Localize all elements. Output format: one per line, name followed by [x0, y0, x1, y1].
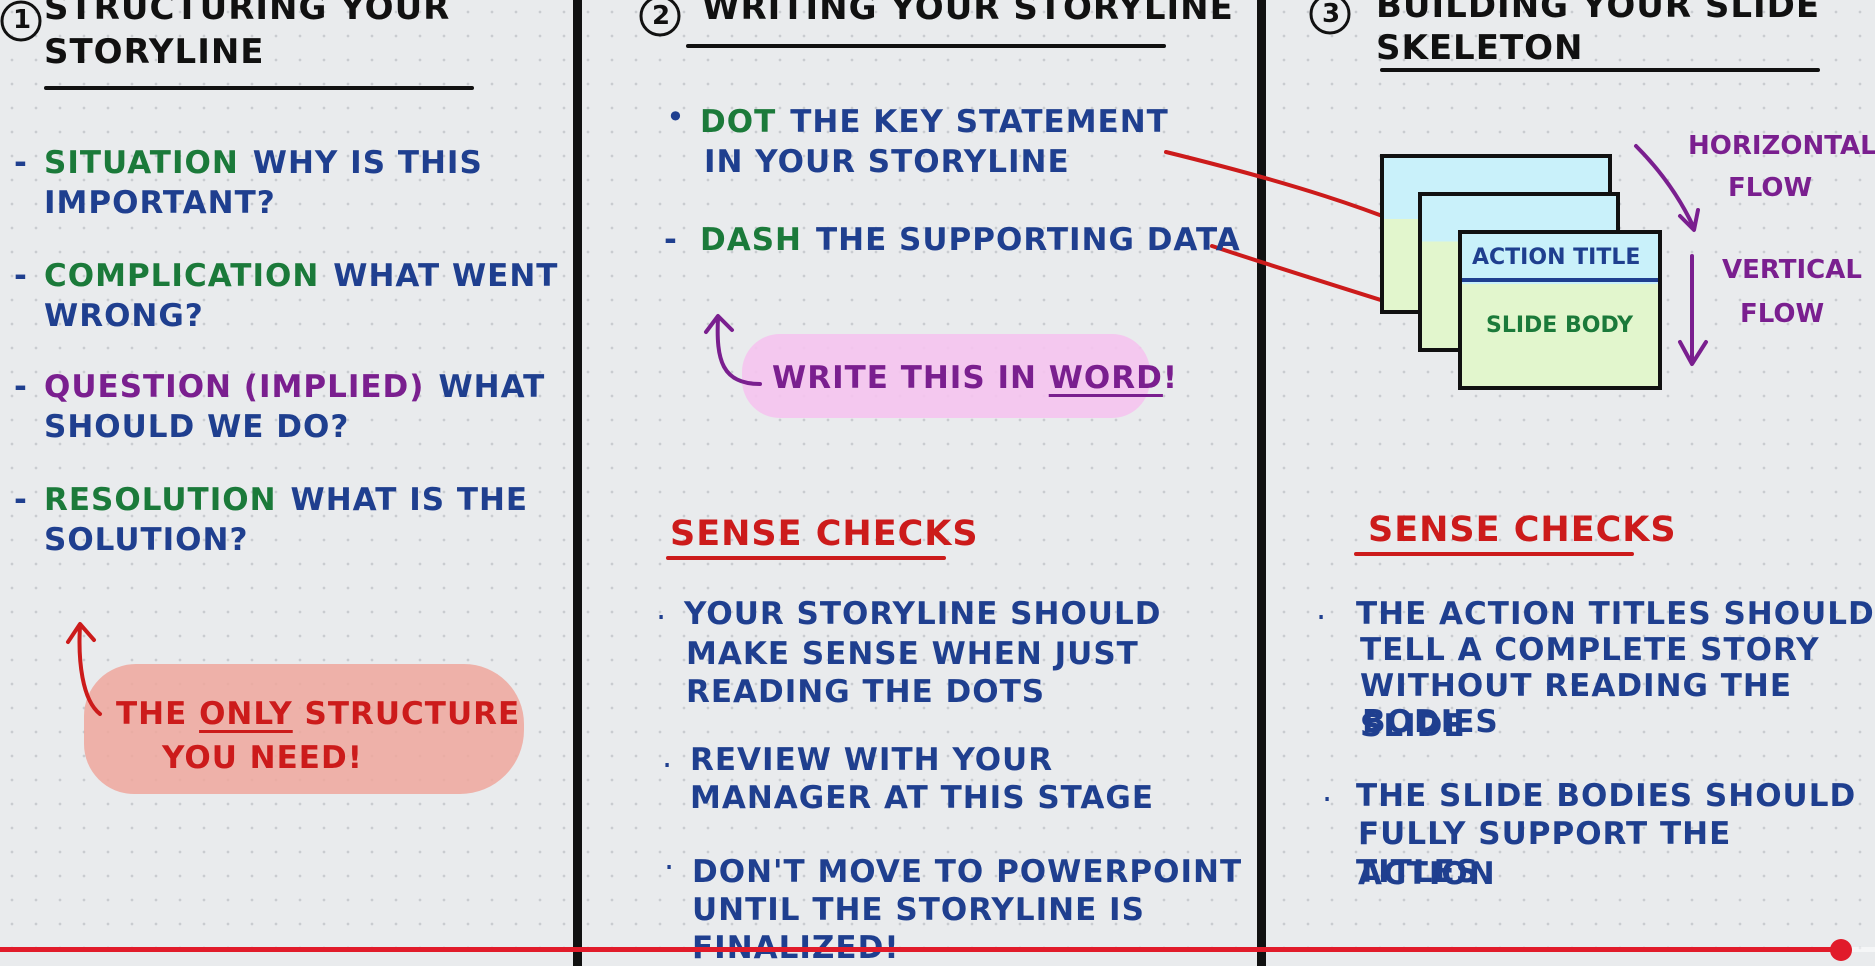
video-progress-bar[interactable]: [0, 939, 1875, 961]
vertical-flow-line2: FLOW: [1740, 299, 1825, 329]
note-pre: THE: [116, 696, 200, 732]
note-emph: WORD: [1048, 360, 1163, 396]
check2-line1: REVIEW WITH YOUR: [690, 742, 1054, 778]
question-line2: SHOULD WE DO?: [44, 409, 350, 445]
question-question: WHAT: [438, 369, 546, 405]
note-post: STRUCTURE: [292, 696, 521, 732]
col2-title-underline: [686, 44, 1166, 48]
note-post: !: [1162, 360, 1179, 396]
vertical-flow-arrow: [1678, 254, 1708, 366]
complication-label: COMPLICATION: [44, 258, 320, 294]
column-divider-left: [573, 0, 582, 966]
dot-bullet: •: [666, 98, 685, 136]
dash-rest: THE SUPPORTING DATA: [816, 222, 1241, 258]
horizontal-flow-line2: FLOW: [1728, 173, 1813, 203]
col1-title-line1: STRUCTURING YOUR: [44, 0, 451, 28]
dash-marker: -: [14, 145, 28, 181]
check1-line2: MAKE SENSE WHEN JUST: [686, 636, 1139, 672]
dash-marker: -: [14, 258, 28, 294]
dash-marker: -: [14, 482, 28, 518]
col3-title-line2: SKELETON: [1376, 28, 1584, 68]
whiteboard-frame: 1 STRUCTURING YOUR STORYLINE - SITUATION…: [0, 0, 1875, 966]
col1-title-underline: [44, 86, 474, 90]
dot-statement-line1: DOT THE KEY STATEMENT: [700, 102, 1169, 142]
dot-word: DOT: [700, 104, 777, 140]
resolution-question: WHAT IS THE: [290, 482, 529, 518]
check3-line2: UNTIL THE STORYLINE IS: [692, 892, 1145, 928]
col2-sense-title: SENSE CHECKS: [670, 514, 979, 554]
slide-body-label: SLIDE BODY: [1486, 313, 1634, 338]
situation-label: SITUATION: [44, 145, 239, 181]
col1-title-line2: STORYLINE: [44, 32, 265, 72]
col3-check2-line1: THE SLIDE BODIES SHOULD: [1356, 778, 1857, 814]
check1-line3: READING THE DOTS: [686, 674, 1046, 710]
check1-line1: YOUR STORYLINE SHOULD: [684, 596, 1162, 632]
col3-check2-line3: TITLES: [1356, 854, 1480, 890]
check3-line1: DON'T MOVE TO POWERPOINT: [692, 854, 1243, 890]
complication-line1: COMPLICATION WHAT WENT: [44, 256, 558, 296]
col3-number: 3: [1322, 0, 1342, 29]
slide-action-title: ACTION TITLE: [1472, 245, 1641, 270]
dash-marker: -: [14, 369, 28, 405]
dash-bullet: -: [664, 222, 678, 258]
question-line1: QUESTION (IMPLIED) WHAT: [44, 367, 545, 407]
check2-line2: MANAGER AT THIS STAGE: [690, 780, 1155, 816]
complication-question: WHAT WENT: [333, 258, 559, 294]
col2-title: WRITING YOUR STORYLINE: [702, 0, 1234, 28]
col1-note-line1: THE ONLY STRUCTURE: [116, 694, 520, 734]
col3-title-line1: BUILDING YOUR SLIDE: [1376, 0, 1821, 26]
col3-check1-line4: BODIES: [1362, 704, 1499, 740]
dash-label: DASH: [700, 222, 802, 258]
note-emph: ONLY: [199, 696, 293, 732]
col2-note: WRITE THIS IN WORD!: [772, 358, 1178, 398]
situation-line2: IMPORTANT?: [44, 185, 276, 221]
resolution-line1: RESOLUTION WHAT IS THE: [44, 480, 528, 520]
note-pre: WRITE THIS IN: [772, 360, 1049, 396]
col2-number: 2: [652, 1, 672, 31]
vertical-flow-line1: VERTICAL: [1722, 255, 1862, 285]
col3-title-underline: [1380, 68, 1820, 72]
slide-title-divider: [1462, 278, 1658, 282]
question-label: QUESTION (IMPLIED): [44, 369, 425, 405]
video-scrubber-handle[interactable]: [1830, 939, 1853, 961]
situation-line1: SITUATION WHY IS THIS: [44, 143, 483, 183]
col1-note-line2: YOU NEED!: [162, 740, 363, 776]
col3-sense-underline: [1354, 552, 1634, 556]
dash-line: DASH THE SUPPORTING DATA: [700, 220, 1241, 260]
check-bullet: ·: [1322, 780, 1333, 818]
resolution-line2: SOLUTION?: [44, 522, 249, 558]
col2-sense-underline: [666, 556, 946, 560]
check-bullet: ·: [656, 598, 667, 636]
col3-sense-title: SENSE CHECKS: [1368, 510, 1677, 550]
check-bullet: ·: [1316, 598, 1327, 636]
complication-line2: WRONG?: [44, 298, 204, 334]
dot-statement-line2: IN YOUR STORYLINE: [704, 144, 1070, 180]
check-bullet: ·: [662, 746, 673, 784]
horizontal-flow-line1: HORIZONTAL: [1688, 131, 1875, 161]
situation-question: WHY IS THIS: [252, 145, 483, 181]
col3-check1-line1: THE ACTION TITLES SHOULD: [1356, 596, 1875, 632]
video-progress-fill: [0, 947, 1842, 952]
dot-rest: THE KEY STATEMENT: [790, 104, 1169, 140]
col1-number: 1: [13, 5, 33, 35]
col3-check1-line2: TELL A COMPLETE STORY: [1360, 632, 1820, 668]
resolution-label: RESOLUTION: [44, 482, 277, 518]
check-bullet: ·: [664, 848, 675, 886]
column-divider-right: [1257, 0, 1266, 966]
